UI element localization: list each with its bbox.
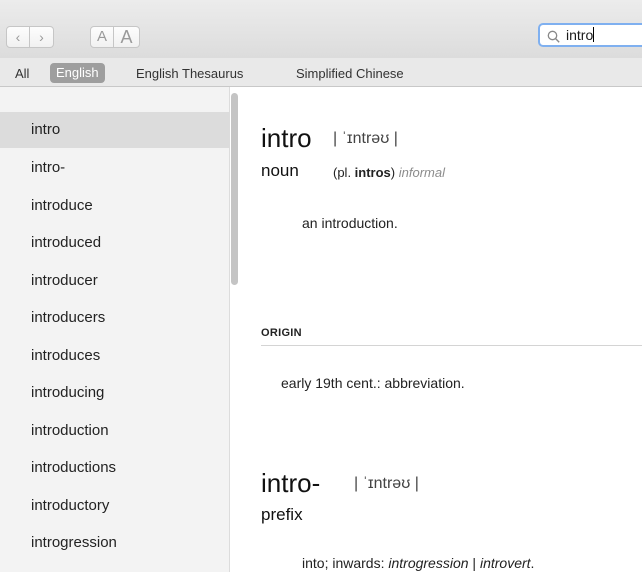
list-item[interactable]: introductory [0,488,229,524]
tab-english-thesaurus[interactable]: English Thesaurus [136,66,243,81]
list-item[interactable]: introducers [0,300,229,336]
decrease-font-button[interactable]: A [90,26,114,48]
list-item[interactable]: introduces [0,338,229,374]
example-link[interactable]: introvert [480,555,531,571]
list-item[interactable]: introgression [0,525,229,561]
headword: intro- [261,468,321,498]
toolbar: ‹ › A A intro [0,0,642,59]
tab-all[interactable]: All [15,66,29,81]
list-item[interactable]: intro- [0,150,229,186]
back-button[interactable]: ‹ [6,26,30,48]
definition: an introduction. [302,215,398,231]
pronunciation: | ˈɪntrəʊ | [333,130,398,147]
list-item-intro[interactable]: intro [0,112,229,148]
grammar-close: ) [390,165,396,180]
origin-heading: ORIGIN [261,327,302,339]
chevron-right-icon: › [39,29,44,45]
list-item[interactable]: introducer [0,263,229,299]
plural-form: intros [354,165,391,180]
definition: into; inwards: introgression | introvert… [302,555,534,571]
search-value: intro [566,27,594,43]
tab-simplified-chinese[interactable]: Simplified Chinese [296,66,404,81]
source-bar: All English English Thesaurus Simplified… [0,58,642,87]
definition-end: . [530,555,535,571]
word-list: intro intro- introduce introduced introd… [0,87,230,572]
search-input[interactable]: intro [538,23,642,47]
part-of-speech: prefix [261,505,303,524]
definition-lead: into; inwards: [302,555,389,571]
list-item[interactable]: introduction [0,413,229,449]
definition-pane: intro | ˈɪntrəʊ | noun (pl. intros) info… [240,87,642,572]
grammar-note: (pl. intros) informal [333,165,445,180]
origin-text: early 19th cent.: abbreviation. [281,375,465,391]
list-item[interactable]: introduce [0,188,229,224]
list-item[interactable]: introduced [0,225,229,261]
grammar-pl: (pl. [333,165,355,180]
headword: intro [261,123,312,153]
tab-english[interactable]: English [50,63,105,83]
list-item[interactable]: introductions [0,450,229,486]
chevron-left-icon: ‹ [15,29,21,45]
list-item[interactable]: introducing [0,375,229,411]
part-of-speech: noun [261,161,299,180]
register-label: informal [398,165,446,180]
sidebar-scrollbar[interactable] [231,93,238,285]
origin-divider [261,345,642,346]
search-icon [547,30,560,43]
increase-font-button[interactable]: A [114,26,140,48]
example-link[interactable]: introgression [388,555,468,571]
forward-button[interactable]: › [30,26,54,48]
example-separator: | [468,555,480,571]
pronunciation: | ˈɪntrəʊ | [354,475,419,492]
text-caret [593,27,595,42]
